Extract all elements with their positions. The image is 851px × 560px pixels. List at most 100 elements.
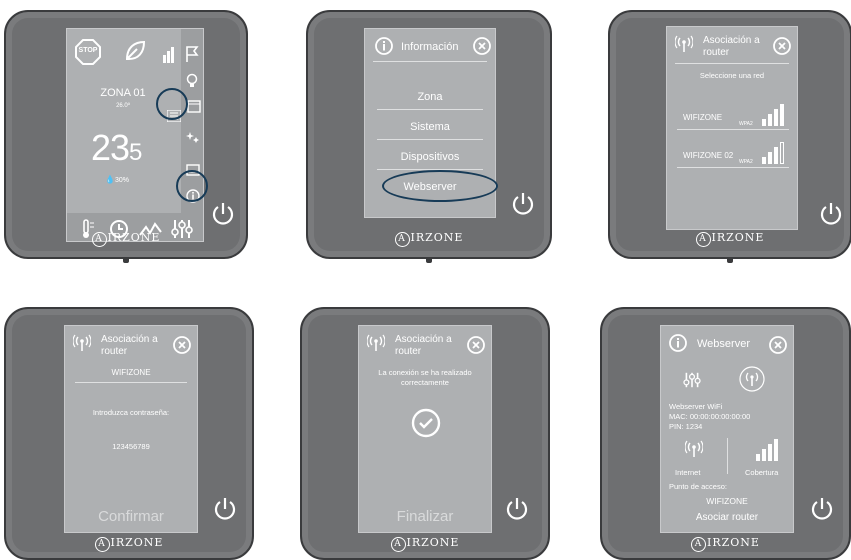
brand-mark: A <box>695 232 711 247</box>
router-select-screen: Asociación a router Seleccione una red W… <box>666 26 798 230</box>
device-nub <box>426 258 432 263</box>
mac-address: MAC: 00:00:00:00:00:00 <box>669 412 751 421</box>
network-item[interactable]: WIFIZONE 02 WPA2 <box>677 141 789 170</box>
connection-message-line2: correctamente <box>401 378 449 387</box>
close-icon[interactable] <box>467 336 485 359</box>
menu-item-zona[interactable]: Zona <box>365 91 495 103</box>
humidity-value: 30% <box>115 177 130 184</box>
power-button[interactable] <box>212 496 238 522</box>
stop-icon[interactable]: STOP <box>75 39 101 65</box>
connection-message-line1: La conexión se ha realizado <box>378 368 472 377</box>
access-point-label: Punto de acceso: <box>669 482 727 491</box>
menu-item-dispositivos[interactable]: Dispositivos <box>365 151 495 163</box>
close-icon[interactable] <box>773 37 791 60</box>
power-button[interactable] <box>210 201 236 227</box>
signal-strength-icon <box>761 103 785 132</box>
brand-mark: A <box>390 537 406 552</box>
connected-screen: Asociación a router La conexión se ha re… <box>358 325 492 533</box>
brand-mark: A <box>394 232 410 247</box>
thermostat-info-menu: Información Zona Sistema Dispositivos We… <box>306 10 552 263</box>
webserver-screen: Webserver Webserver WiFi MAC: 00:00:00:0… <box>660 325 794 533</box>
power-button[interactable] <box>510 191 536 217</box>
info-icon <box>375 37 393 60</box>
info-icon-highlight <box>176 170 208 202</box>
brand-mark: A <box>691 537 707 552</box>
close-icon[interactable] <box>473 37 491 60</box>
power-button[interactable] <box>818 201 844 227</box>
confirm-button[interactable]: Confirmar <box>65 508 197 525</box>
brand-name: IRZONE <box>406 536 460 549</box>
device-nub <box>727 258 733 263</box>
signal-strength-icon <box>761 141 785 170</box>
info-title: Información <box>401 41 459 53</box>
network-ssid: WIFIZONE <box>683 113 723 122</box>
thermostat-router-select: Asociación a router Seleccione una red W… <box>608 10 851 263</box>
coverage-label: Cobertura <box>745 468 779 477</box>
power-button[interactable] <box>504 496 530 522</box>
list-icon-highlight <box>156 88 188 120</box>
wifi-antenna-icon <box>72 334 92 357</box>
close-icon[interactable] <box>769 336 787 359</box>
brand-name: IRZONE <box>711 231 765 244</box>
internet-label: Internet <box>675 468 701 477</box>
device-nub <box>123 258 129 263</box>
brand-mark: A <box>94 537 110 552</box>
vertical-divider <box>727 438 728 474</box>
signal-strength-icon <box>755 438 779 467</box>
device-name: Webserver WiFi <box>669 402 723 411</box>
brand-logo: A IRZONE <box>308 231 550 247</box>
brand-name: IRZONE <box>410 231 464 244</box>
info-icon <box>669 334 687 357</box>
brand-logo: A IRZONE <box>6 231 246 247</box>
menu-item-sistema[interactable]: Sistema <box>365 121 495 133</box>
finish-button[interactable]: Finalizar <box>359 508 491 525</box>
brand-mark: A <box>91 232 107 247</box>
divider <box>677 167 789 168</box>
select-network-instruction: Seleccione una red <box>699 71 765 80</box>
lightbulb-icon[interactable] <box>186 73 198 94</box>
close-icon[interactable] <box>173 336 191 359</box>
router-title-line1: Asociación a <box>703 35 760 46</box>
webserver-highlight <box>382 170 498 202</box>
router-title-line1: Asociación a <box>101 334 158 345</box>
settings-sliders-icon[interactable] <box>683 372 701 393</box>
divider <box>75 382 187 383</box>
router-title-line2: router <box>395 346 422 357</box>
webserver-title: Webserver <box>697 338 750 350</box>
access-point-ssid: WIFIZONE <box>706 496 748 506</box>
network-security: WPA2 <box>739 121 753 127</box>
calendar-icon[interactable] <box>187 99 201 118</box>
thermostat-connected: Asociación a router La conexión se ha re… <box>300 307 550 560</box>
thermostat-password: Asociación a router WIFIZONE Introduzca … <box>4 307 254 560</box>
network-item[interactable]: WIFIZONE WPA2 <box>677 103 789 132</box>
power-button[interactable] <box>809 496 835 522</box>
password-screen: Asociación a router WIFIZONE Introduzca … <box>64 325 198 533</box>
sparkle-icon[interactable] <box>186 131 200 150</box>
humidity-drop-icon: 💧 <box>105 175 115 184</box>
eco-leaf-icon[interactable] <box>123 39 147 68</box>
temperature-readout: 235 <box>91 127 142 169</box>
network-ssid: WIFIZONE 02 <box>683 151 734 160</box>
divider <box>377 139 483 140</box>
router-title-line2: router <box>703 47 730 58</box>
thermostat-home: STOP ZONA 01 26.0º 235 💧 30% A IRZONE <box>4 10 248 263</box>
password-prompt: Introduzca contraseña: <box>92 408 170 417</box>
temperature-integer: 23 <box>91 127 130 168</box>
divider <box>675 63 789 64</box>
divider <box>677 129 789 130</box>
brand-logo: A IRZONE <box>6 536 252 552</box>
flag-icon[interactable] <box>185 45 199 68</box>
associate-router-button[interactable]: Asociar router <box>661 512 793 523</box>
brand-name: IRZONE <box>707 536 760 549</box>
selected-ssid: WIFIZONE <box>111 368 151 377</box>
brand-name: IRZONE <box>107 231 161 244</box>
stop-label: STOP <box>78 47 98 54</box>
brand-name: IRZONE <box>110 536 164 549</box>
internet-antenna-icon <box>684 440 704 463</box>
temperature-decimal: 5 <box>129 139 143 166</box>
checkmark-icon <box>411 408 441 443</box>
wifi-antenna-icon[interactable] <box>739 366 765 397</box>
fan-speed-icon[interactable] <box>163 45 175 68</box>
password-field[interactable]: 123456789 <box>65 442 197 451</box>
brand-logo: A IRZONE <box>602 536 849 552</box>
